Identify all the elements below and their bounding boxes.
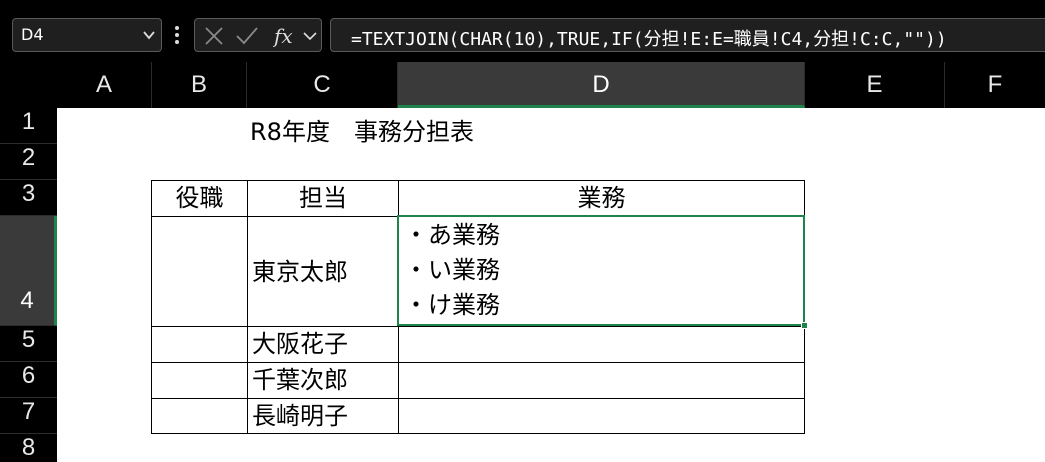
cell-c4-person[interactable]: 東京太郎: [247, 216, 399, 327]
cell-d7[interactable]: [398, 398, 805, 434]
cell-b5[interactable]: [151, 326, 248, 363]
cell-b6[interactable]: [151, 362, 248, 399]
column-label: E: [866, 71, 883, 98]
row-header-5[interactable]: 5: [0, 326, 57, 362]
more-options-icon[interactable]: [172, 22, 182, 48]
svg-text:fx: fx: [273, 24, 293, 48]
column-label: A: [95, 71, 112, 98]
cell-d5[interactable]: [398, 326, 805, 363]
row-header-4[interactable]: 4: [0, 216, 57, 326]
insert-function-icon[interactable]: fx: [273, 23, 297, 49]
cell-b3-role-header[interactable]: 役職: [151, 180, 248, 217]
cell-b4[interactable]: [151, 216, 248, 327]
column-label: D: [592, 71, 610, 98]
row-header-1[interactable]: 1: [0, 108, 57, 144]
row-label: 7: [21, 398, 36, 425]
row-label: 8: [21, 434, 36, 461]
cell-c7-person[interactable]: 長崎明子: [247, 398, 399, 434]
column-header-c[interactable]: C: [247, 62, 398, 108]
cell-c5-person[interactable]: 大阪花子: [247, 326, 399, 363]
cell-c6-person[interactable]: 千葉次郎: [247, 362, 399, 399]
row-header-6[interactable]: 6: [0, 362, 57, 398]
formula-buttons: fx: [194, 18, 322, 52]
column-label: F: [987, 71, 1003, 98]
column-header-e[interactable]: E: [805, 62, 945, 108]
active-cell-border: [397, 215, 805, 326]
row-header-3[interactable]: 3: [0, 180, 57, 216]
cell-b7[interactable]: [151, 398, 248, 434]
chevron-down-icon[interactable]: [303, 30, 317, 42]
formula-bar-area: D4 fx =TEXTJOIN(CHAR(10),TRUE,IF(分担!E:E=…: [0, 0, 1045, 62]
row-label: 2: [21, 144, 36, 171]
column-header-a[interactable]: A: [57, 62, 152, 108]
column-header-f[interactable]: F: [945, 62, 1045, 108]
column-header-d[interactable]: D: [398, 62, 805, 108]
formula-input[interactable]: =TEXTJOIN(CHAR(10),TRUE,IF(分担!E:E=職員!C4,…: [330, 18, 1045, 52]
row-header-2[interactable]: 2: [0, 144, 57, 180]
formula-text: =TEXTJOIN(CHAR(10),TRUE,IF(分担!E:E=職員!C4,…: [351, 29, 947, 50]
chevron-down-icon[interactable]: [143, 29, 155, 41]
column-label: C: [313, 71, 331, 98]
row-label: 4: [20, 287, 34, 314]
row-label: 5: [21, 326, 36, 353]
name-box-value: D4: [21, 25, 44, 44]
row-header-8[interactable]: 8: [0, 434, 57, 462]
row-label: 1: [21, 108, 36, 135]
column-label: B: [190, 71, 207, 98]
cell-d6[interactable]: [398, 362, 805, 399]
sheet-title: R8年度 事務分担表: [250, 118, 474, 146]
cancel-icon[interactable]: [203, 25, 225, 47]
row-header-7[interactable]: 7: [0, 398, 57, 434]
cell-d3-tasks-header[interactable]: 業務: [398, 180, 805, 217]
column-header-b[interactable]: B: [152, 62, 247, 108]
fill-handle[interactable]: [801, 322, 808, 329]
enter-check-icon[interactable]: [235, 25, 259, 47]
name-box[interactable]: D4: [12, 18, 162, 52]
row-label: 6: [21, 362, 36, 389]
row-label: 3: [21, 180, 36, 207]
cell-c3-person-header[interactable]: 担当: [247, 180, 399, 217]
